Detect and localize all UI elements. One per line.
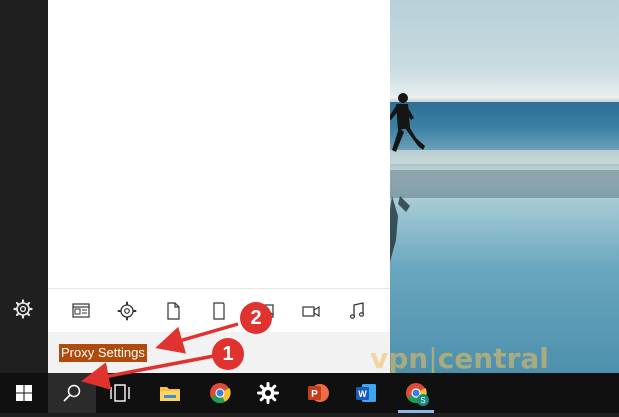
file-explorer-button[interactable]	[146, 373, 194, 413]
taskbar: P W S	[0, 373, 619, 413]
word-icon: W	[356, 384, 376, 402]
start-left-rail	[0, 0, 48, 373]
task-view-icon	[110, 384, 130, 402]
watermark-part-central: central	[437, 342, 549, 375]
file-explorer-icon	[160, 387, 180, 401]
music-note-icon[interactable]	[346, 300, 368, 322]
app-window-icon[interactable]	[70, 300, 92, 322]
search-icon	[63, 384, 81, 402]
chrome-profile-icon: S	[406, 383, 429, 406]
svg-text:S: S	[420, 396, 425, 405]
search-filter-bar	[48, 288, 390, 333]
powerpoint-icon: P	[308, 384, 329, 402]
desktop-wallpaper	[390, 0, 619, 373]
search-input-text[interactable]: Proxy Settings	[59, 344, 147, 362]
settings-gear-icon	[257, 382, 279, 404]
start-button[interactable]	[0, 373, 48, 413]
task-view-button[interactable]	[96, 373, 144, 413]
video-camera-icon[interactable]	[300, 300, 322, 322]
gear-icon[interactable]	[116, 300, 138, 322]
search-results-panel: Proxy Settings	[48, 0, 390, 373]
document-icon[interactable]	[162, 300, 184, 322]
image-icon[interactable]	[254, 300, 276, 322]
chrome-icon	[210, 383, 231, 404]
svg-text:P: P	[311, 389, 318, 400]
tablet-icon[interactable]	[208, 300, 230, 322]
svg-text:W: W	[358, 389, 367, 399]
chrome-profile-button[interactable]: S	[392, 373, 440, 413]
beach-runner-image	[390, 93, 619, 262]
settings-gear-icon[interactable]	[13, 299, 33, 319]
search-box[interactable]: Proxy Settings	[48, 332, 390, 373]
windows-start-icon	[16, 385, 32, 401]
vpncentral-watermark: vpn|central	[370, 342, 549, 375]
chrome-button[interactable]	[196, 373, 244, 413]
settings-taskbar-button[interactable]	[244, 373, 292, 413]
powerpoint-button[interactable]: P	[294, 373, 342, 413]
word-button[interactable]: W	[342, 373, 390, 413]
search-button[interactable]	[48, 373, 96, 413]
watermark-part-vpn: vpn	[370, 342, 429, 375]
